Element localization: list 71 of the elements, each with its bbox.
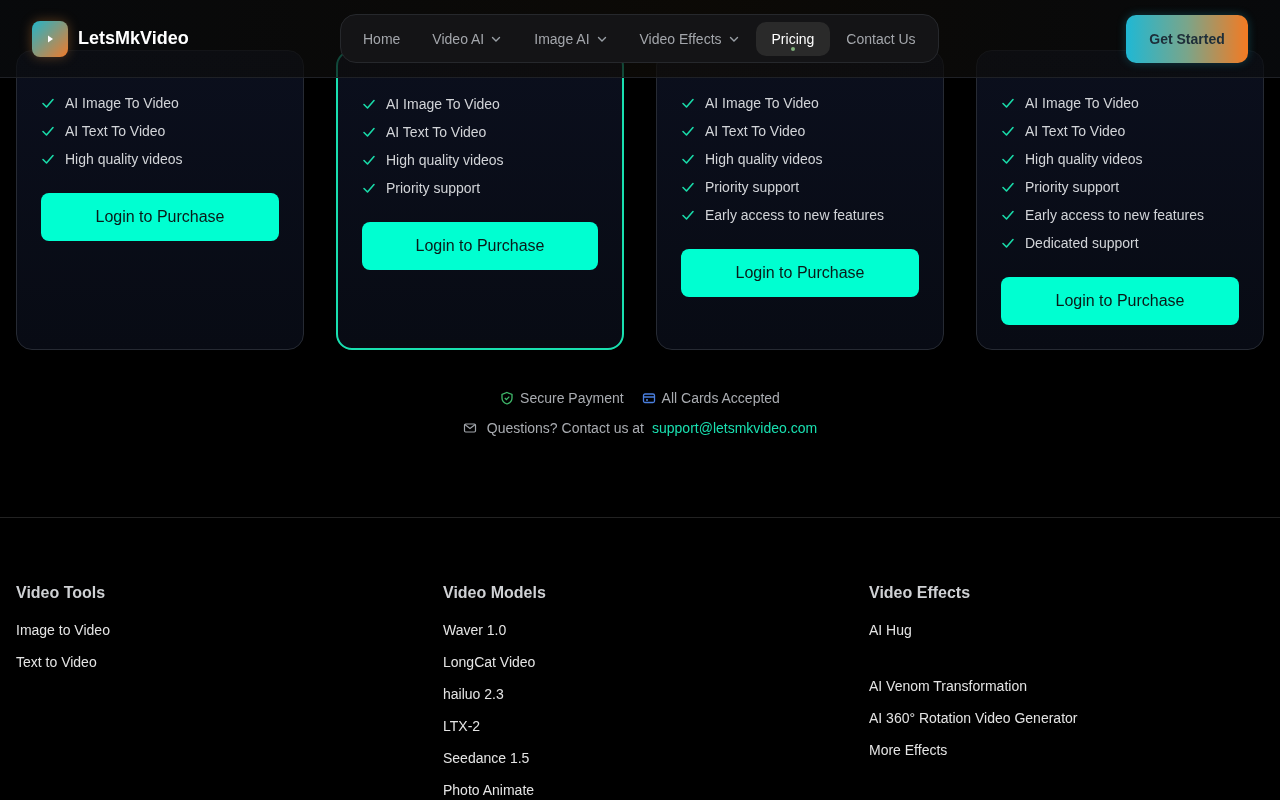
check-icon: [1001, 180, 1015, 194]
check-icon: [1001, 124, 1015, 138]
check-icon: [41, 96, 55, 110]
feature-text: AI Image To Video: [386, 96, 500, 112]
trust-label: Secure Payment: [520, 390, 624, 406]
login-to-purchase-button[interactable]: Login to Purchase: [362, 222, 598, 270]
check-icon: [362, 97, 376, 111]
footer-link[interactable]: Text to Video: [16, 652, 97, 684]
feature-text: AI Image To Video: [65, 95, 179, 111]
nav-link[interactable]: Video Effects: [623, 21, 756, 56]
footer-link[interactable]: More Effects: [869, 740, 948, 772]
feature-text: Priority support: [705, 179, 800, 195]
feature-text: High quality videos: [705, 151, 823, 167]
check-icon: [362, 181, 376, 195]
feature-text: High quality videos: [1025, 151, 1143, 167]
feature-text: AI Text To Video: [386, 124, 487, 140]
feature-text: Dedicated support: [1025, 235, 1139, 251]
nav-link[interactable]: Home: [347, 21, 417, 56]
login-to-purchase-button[interactable]: Login to Purchase: [1001, 277, 1239, 325]
footer-link[interactable]: AI Hug: [869, 620, 912, 652]
login-to-purchase-button[interactable]: Login to Purchase: [681, 249, 919, 297]
footer-link[interactable]: hailuo 2.3: [443, 684, 504, 716]
feature-text: Early access to new features: [1025, 207, 1204, 223]
feature-text: Priority support: [1025, 179, 1120, 195]
nav-link[interactable]: Pricing: [755, 21, 831, 56]
check-icon: [1001, 96, 1015, 110]
feature-text: AI Image To Video: [705, 95, 819, 111]
feature-text: Early access to new features: [705, 207, 884, 223]
feature-text: AI Text To Video: [65, 123, 166, 139]
check-icon: [681, 124, 695, 138]
footer-link[interactable]: LongCat Video: [443, 652, 536, 684]
footer-link[interactable]: Photo Animate: [443, 780, 535, 800]
nav-link[interactable]: Image AI: [518, 21, 624, 56]
feature-text: AI Text To Video: [1025, 123, 1126, 139]
nav-link[interactable]: Video AI: [416, 21, 519, 56]
shield-check-icon: [500, 391, 515, 405]
check-icon: [681, 180, 695, 194]
check-icon: [362, 153, 376, 167]
footer-heading: Video Tools: [16, 584, 106, 602]
feature-text: High quality videos: [65, 151, 183, 167]
nav-link[interactable]: Contact Us: [830, 21, 932, 56]
footer-link[interactable]: LTX-2: [443, 716, 481, 748]
check-icon: [362, 125, 376, 139]
footer-heading: Video Effects: [869, 584, 971, 602]
feature-text: AI Text To Video: [705, 123, 806, 139]
contact-text: Questions? Contact us at: [486, 420, 644, 436]
brand-name[interactable]: LetsMkVideo: [78, 28, 189, 49]
footer-heading: Video Models: [443, 584, 546, 602]
check-icon: [1001, 236, 1015, 250]
check-icon: [681, 208, 695, 222]
footer-link[interactable]: Image to Video: [16, 620, 110, 652]
credit-card-icon: [641, 391, 656, 405]
get-started-button[interactable]: Get Started: [1126, 14, 1248, 63]
check-icon: [41, 152, 55, 166]
play-logo-icon[interactable]: [32, 20, 68, 57]
check-icon: [41, 124, 55, 138]
feature-text: AI Image To Video: [1025, 95, 1139, 111]
email-link[interactable]: support@letsmkvideo.com: [652, 420, 818, 436]
check-icon: [681, 152, 695, 166]
check-icon: [1001, 152, 1015, 166]
footer-link[interactable]: Seedance 1.5: [443, 748, 530, 780]
footer-link[interactable]: Waver 1.0: [443, 620, 507, 652]
trust-label: All Cards Accepted: [661, 390, 780, 406]
check-icon: [1001, 208, 1015, 222]
check-icon: [681, 96, 695, 110]
feature-text: Priority support: [386, 180, 481, 196]
mail-icon: [462, 421, 477, 435]
feature-text: High quality videos: [386, 152, 504, 168]
login-to-purchase-button[interactable]: Login to Purchase: [41, 193, 279, 241]
footer-link[interactable]: AI Venom Transformation: [869, 676, 1027, 708]
footer-link[interactable]: AI 360° Rotation Video Generator: [869, 708, 1078, 740]
